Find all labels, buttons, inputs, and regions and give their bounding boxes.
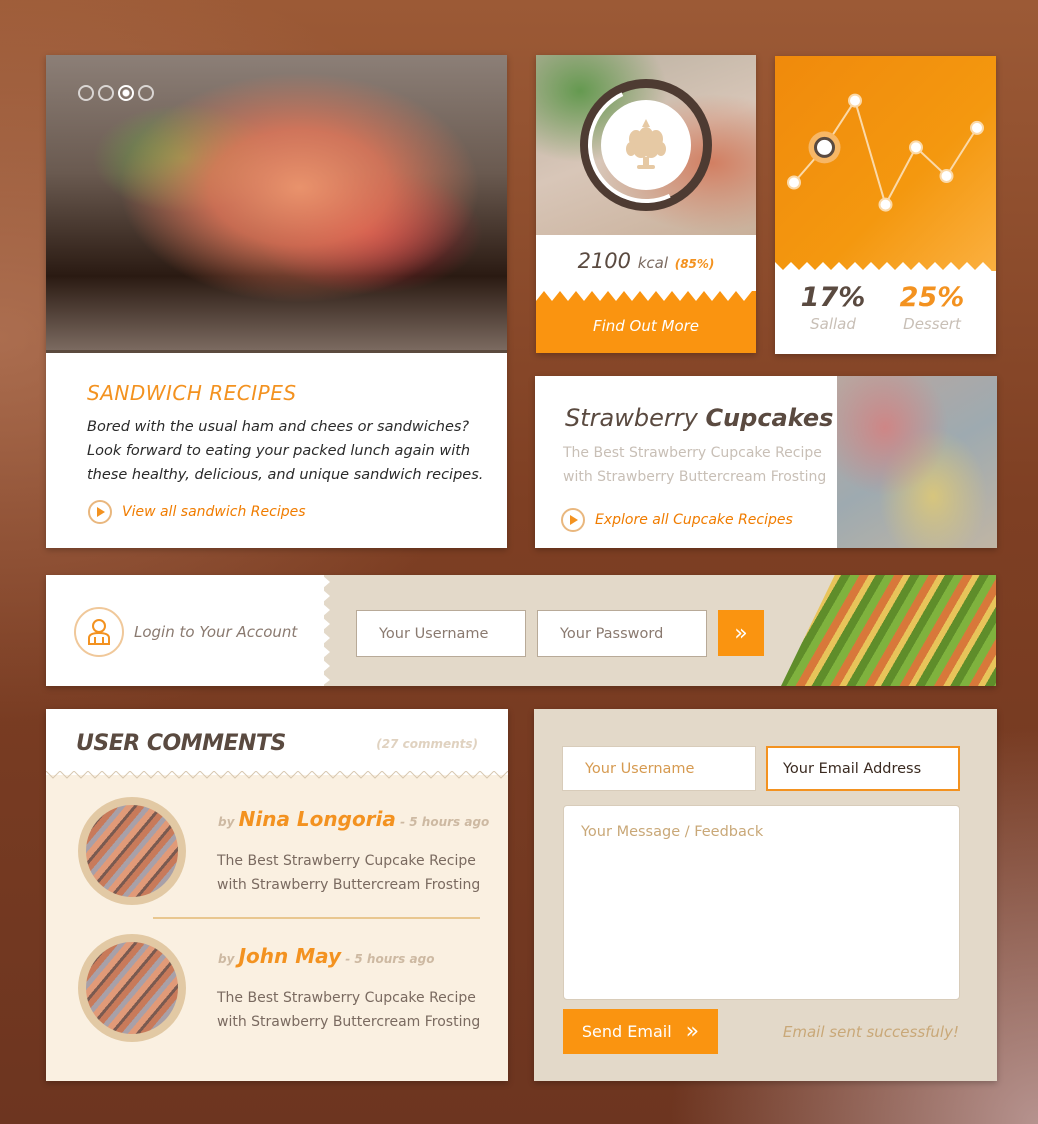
slider-dot-1[interactable] (78, 85, 94, 101)
chart-point (787, 175, 801, 190)
chart-point (970, 120, 984, 135)
slider-dot-3[interactable] (118, 85, 134, 101)
comments-count: (27 comments) (376, 737, 478, 751)
chart-point (939, 169, 954, 183)
comment-item: by Nina Longoria - 5 hours ago The Best … (78, 797, 498, 907)
explore-cupcake-recipes-link[interactable]: Explore all Cupcake Recipes (561, 508, 793, 532)
double-chevron-right-icon: » (734, 620, 748, 646)
play-icon (561, 508, 585, 532)
cupcake-title-regular: Strawberry (565, 404, 698, 432)
chart-point (909, 140, 923, 155)
slider-dots (78, 85, 154, 101)
comments-title: USER COMMENTS (76, 731, 286, 756)
comment-by: by (218, 952, 235, 966)
login-password-input[interactable]: Your Password (537, 610, 707, 657)
chart-point (848, 93, 862, 108)
contact-form-card: Your Username Your Email Address Your Me… (534, 709, 997, 1081)
login-submit-button[interactable]: » (718, 610, 764, 656)
message-textarea[interactable]: Your Message / Feedback (563, 805, 960, 1000)
sandwich-photo (46, 55, 507, 353)
zigzag-edge (536, 291, 756, 301)
slider-dot-4[interactable] (138, 85, 154, 101)
cupcake-title: Strawberry Cupcakes (565, 404, 833, 432)
send-email-button[interactable]: Send Email » (563, 1009, 718, 1054)
find-out-more-button[interactable]: Find Out More (536, 291, 756, 353)
cupcake-photo (837, 376, 997, 548)
cupcake-card: Strawberry Cupcakes The Best Strawberry … (535, 376, 997, 548)
play-icon (88, 500, 112, 524)
calorie-readout: 2100 kcal (85%) (536, 249, 756, 273)
chart-point (878, 197, 893, 212)
login-label: Login to Your Account (134, 623, 298, 641)
view-sandwich-recipes-label: View all sandwich Recipes (122, 504, 306, 520)
stat-dessert: 25% Dessert (882, 282, 982, 333)
zigzag-edge (46, 771, 508, 779)
comment-item: by John May - 5 hours ago The Best Straw… (78, 934, 498, 1044)
send-status-message: Email sent successfuly! (782, 1023, 959, 1041)
calorie-photo (536, 55, 756, 235)
stat-sallad-label: Sallad (810, 315, 856, 333)
stat-sallad: 17% Sallad (783, 282, 883, 333)
stat-dessert-label: Dessert (903, 315, 961, 333)
calorie-card: 2100 kcal (85%) Find Out More (536, 55, 756, 353)
sandwich-description: Bored with the usual ham and chees or sa… (87, 419, 484, 483)
comment-author[interactable]: John May (239, 944, 341, 968)
comment-byline: by Nina Longoria - 5 hours ago (218, 807, 489, 831)
nutrition-chart-card: 17% Sallad 25% Dessert (775, 56, 996, 354)
line-chart (775, 93, 996, 281)
user-comments-card: USER COMMENTS (27 comments) by Nina Long… (46, 709, 508, 1081)
comment-time: - 5 hours ago (345, 952, 435, 966)
chart-zigzag-edge (775, 262, 996, 281)
calorie-value: 2100 (577, 249, 632, 273)
view-sandwich-recipes-link[interactable]: View all sandwich Recipes (88, 500, 306, 524)
comment-time: - 5 hours ago (400, 815, 490, 829)
explore-cupcake-recipes-label: Explore all Cupcake Recipes (595, 512, 793, 528)
comment-divider (153, 917, 480, 919)
cupcake-description: The Best Strawberry Cupcake Recipe with … (563, 445, 827, 485)
comment-byline: by John May - 5 hours ago (218, 944, 434, 968)
comment-by: by (218, 815, 235, 829)
login-username-input[interactable]: Your Username (356, 610, 526, 657)
sandwich-title: SANDWICH RECIPES (87, 381, 297, 405)
stat-dessert-value: 25% (899, 282, 965, 313)
comments-header: USER COMMENTS (27 comments) (46, 709, 508, 779)
artichoke-icon (601, 100, 691, 190)
calorie-unit: kcal (637, 254, 669, 272)
comment-text: The Best Strawberry Cupcake Recipe with … (217, 990, 481, 1030)
avatar[interactable] (78, 934, 186, 1042)
sandwich-recipes-card: SANDWICH RECIPES Bored with the usual ha… (46, 55, 507, 548)
double-chevron-right-icon: » (685, 1019, 700, 1044)
login-bar: Login to Your Account Your Username Your… (46, 575, 996, 686)
find-out-more-label: Find Out More (592, 317, 700, 335)
user-icon (74, 607, 124, 657)
login-photo (781, 575, 996, 686)
calorie-percent: (85%) (674, 257, 715, 271)
comment-author[interactable]: Nina Longoria (239, 807, 396, 831)
slider-dot-2[interactable] (98, 85, 114, 101)
send-email-label: Send Email (581, 1022, 672, 1041)
contact-username-input[interactable]: Your Username (562, 746, 756, 791)
cupcake-title-bold: Cupcakes (705, 404, 834, 432)
comment-text: The Best Strawberry Cupcake Recipe with … (217, 853, 481, 893)
chart-point (814, 136, 835, 158)
zigzag-edge (322, 575, 330, 686)
stat-sallad-value: 17% (800, 282, 866, 313)
contact-email-input[interactable]: Your Email Address (766, 746, 960, 791)
avatar[interactable] (78, 797, 186, 905)
